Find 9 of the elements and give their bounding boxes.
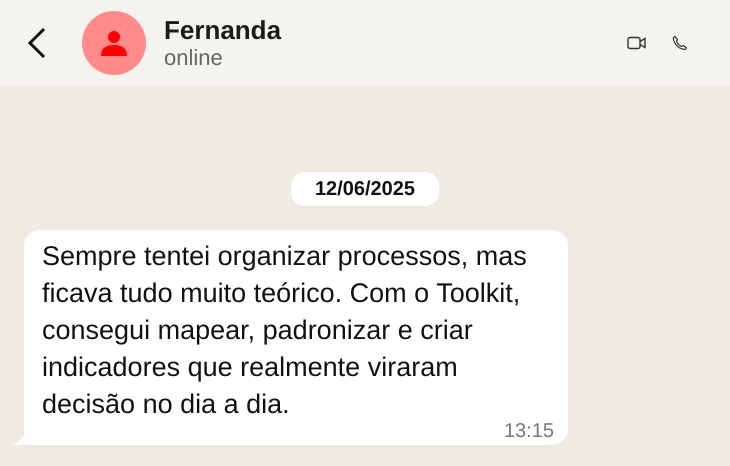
contact-status: online (164, 45, 224, 71)
message-time: 13:15 (504, 422, 554, 440)
message-text: Sempre tentei organizar processos, mas ficava tudo muito teórico. Com o Toolkit, consegui mapear, padronizar e criar indicadores que realmente viraram decisão no dia a dia. (42, 240, 528, 421)
phone-icon[interactable] (672, 35, 688, 51)
contact-name: Fernanda (164, 15, 282, 45)
video-call-icon[interactable] (627, 36, 646, 50)
back-icon[interactable] (26, 26, 48, 60)
person-icon (100, 29, 128, 57)
date-separator: 12/06/2025 (290, 172, 440, 206)
